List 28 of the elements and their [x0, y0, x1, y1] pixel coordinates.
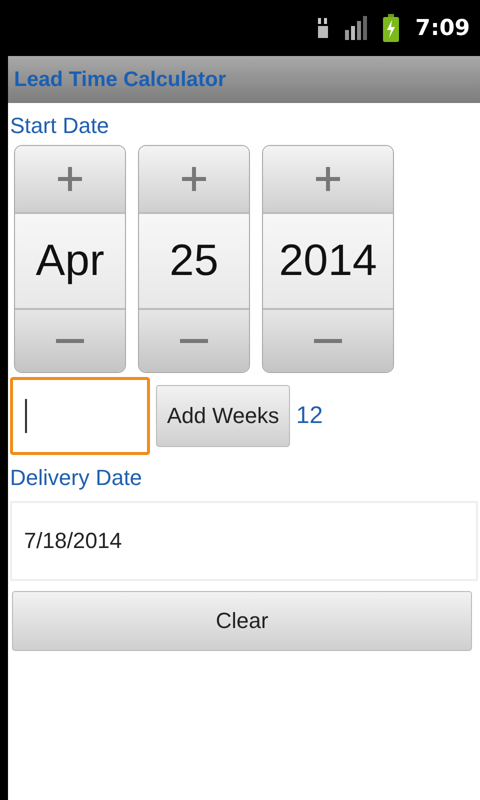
plus-icon	[314, 165, 342, 193]
text-cursor	[25, 399, 27, 433]
decrement-button[interactable]	[263, 308, 393, 372]
spinner-value[interactable]: 25	[139, 214, 249, 308]
spinner-value[interactable]: Apr	[15, 214, 125, 308]
delivery-date-field[interactable]: 7/18/2014	[10, 501, 478, 581]
minus-icon	[314, 338, 342, 344]
increment-button[interactable]	[139, 146, 249, 214]
signal-icon	[345, 16, 368, 40]
clock-time: 7:09	[415, 16, 470, 40]
app-title: Lead Time Calculator	[14, 68, 226, 92]
start-date-label: Start Date	[10, 112, 110, 140]
battery-icon	[383, 14, 400, 42]
delivery-date-label: Delivery Date	[10, 464, 144, 492]
increment-button[interactable]	[15, 146, 125, 214]
decrement-button[interactable]	[139, 308, 249, 372]
weeks-input-field[interactable]	[10, 377, 150, 455]
clear-button[interactable]: Clear	[12, 591, 472, 651]
plus-icon	[56, 165, 84, 193]
increment-button[interactable]	[263, 146, 393, 214]
spinner-value[interactable]: 2014	[263, 214, 393, 308]
plus-icon	[180, 165, 208, 193]
weeks-count: 12	[296, 402, 323, 430]
add-weeks-button[interactable]: Add Weeks	[156, 385, 290, 447]
minus-icon	[180, 338, 208, 344]
minus-icon	[56, 338, 84, 344]
decrement-button[interactable]	[15, 308, 125, 372]
usb-icon	[317, 16, 330, 40]
